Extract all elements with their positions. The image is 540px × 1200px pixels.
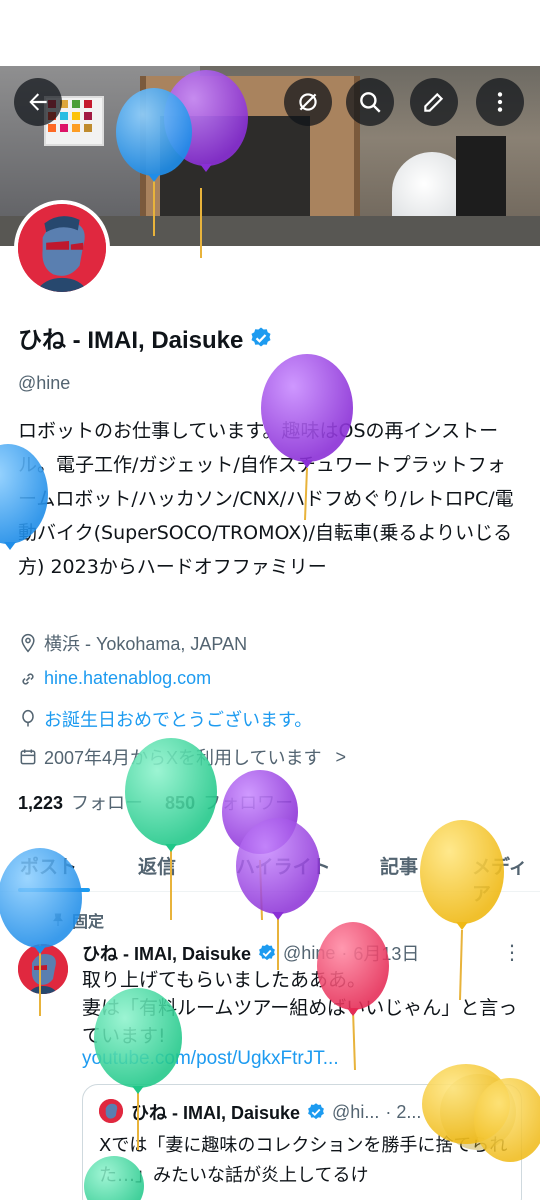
tab-articles[interactable]: 記事 [380,852,418,879]
active-tab-indicator [18,888,90,892]
edit-button[interactable] [410,78,458,126]
profile-birthday: お誕生日おめでとうございます。 [18,706,312,732]
post-date[interactable]: 6月13日 [353,940,419,966]
follow-stats: 1,223 フォロー 850 フォロワー [18,789,293,815]
link-icon [22,672,34,685]
profile-avatar[interactable] [14,200,110,296]
quote-body: Xでは「妻に趣味のコレクションを勝手に捨てられた…」みたいな話が炎上してるけ [99,1135,508,1186]
joined-text: 2007年4月からXを利用しています [44,748,322,768]
pinned-label: 固定 [72,912,105,931]
mute-notifications-button[interactable] [284,78,332,126]
avatar-illustration [18,204,106,292]
post-body: 取り上げてもらいましたあああ。 妻は「有料ルームツアー組めばいいじゃん」と言って… [82,966,522,1050]
post-header: ひね - IMAI, Daisuke @hine · 6月13日 [82,940,419,966]
profile-name: ひね - IMAI, Daisuke [18,327,244,354]
website-link[interactable]: hine.hatenablog.com [44,668,211,689]
birthday-text[interactable]: お誕生日おめでとうございます。 [44,706,312,732]
compose-post-button[interactable] [440,1074,516,1150]
post-author-handle: @hine [283,942,336,963]
more-vertical-icon [497,92,503,112]
arrow-left-icon [29,93,47,111]
profile-location: 横浜 - Yokohama, JAPAN [18,630,247,656]
tab-posts[interactable]: ポスト [20,852,77,879]
quote-author-handle: @hi... [332,1101,380,1122]
avatar-illustration [99,1099,123,1123]
more-button[interactable] [476,78,524,126]
verified-badge-icon[interactable] [249,326,273,350]
avatar-illustration [18,944,68,994]
quote-date: · 2... [385,1101,422,1122]
post-more-button[interactable]: ⋮ [502,940,522,964]
balloon-icon [22,709,34,727]
search-icon [360,92,381,113]
search-button[interactable] [346,78,394,126]
followers-label[interactable]: フォロワー [203,789,293,815]
following-count[interactable]: 1,223 [18,793,63,814]
post-link[interactable]: youtube.com/post/UgkxFtrJT... [82,1048,339,1070]
quote-author-name: ひね - IMAI, Daisuke [131,1103,301,1123]
post-line-2: 妻は「有料ルームツアー組めばいいじゃん」と言っています! [82,997,518,1047]
tab-highlights[interactable]: ハイライト [236,852,331,879]
post-author-name[interactable]: ひね - IMAI, Daisuke [82,940,251,966]
verified-badge-icon [259,944,275,961]
post-separator: · [341,942,348,963]
profile-bio: ロボットのお仕事しています。趣味はOSの再インストール。電子工作/ガジェット/自… [18,420,514,578]
quote-header: ひね - IMAI, Daisuke @hi... · 2... [131,1099,421,1125]
no-notifications-icon [299,93,317,111]
verified-badge-icon [308,1103,324,1120]
back-button[interactable] [14,78,62,126]
profile-website[interactable]: hine.hatenablog.com [18,668,211,689]
profile-tabs: ポスト 返信 ハイライト 記事 メディア [0,836,540,905]
quote-author-avatar [99,1099,123,1123]
post-line-1: 取り上げてもらいましたあああ。 [82,969,367,991]
pinned-indicator: 固定 [50,908,104,932]
following-label[interactable]: フォロー [71,789,143,815]
profile-handle: @hine [18,373,71,393]
profile-name-row: ひね - IMAI, Daisuke [18,320,273,355]
location-text: 横浜 - Yokohama, JAPAN [44,634,248,654]
edit-icon [424,92,444,112]
status-bar [0,0,540,66]
chevron-right-icon: > [335,746,347,767]
location-pin-icon [21,633,35,653]
pin-icon [53,913,63,926]
profile-joined[interactable]: 2007年4月からXを利用しています > [18,744,346,770]
calendar-icon [20,749,36,765]
post-author-avatar[interactable] [18,944,68,994]
tab-replies[interactable]: 返信 [138,852,176,879]
tab-media[interactable]: メディア [472,852,540,906]
followers-count[interactable]: 850 [165,793,195,814]
